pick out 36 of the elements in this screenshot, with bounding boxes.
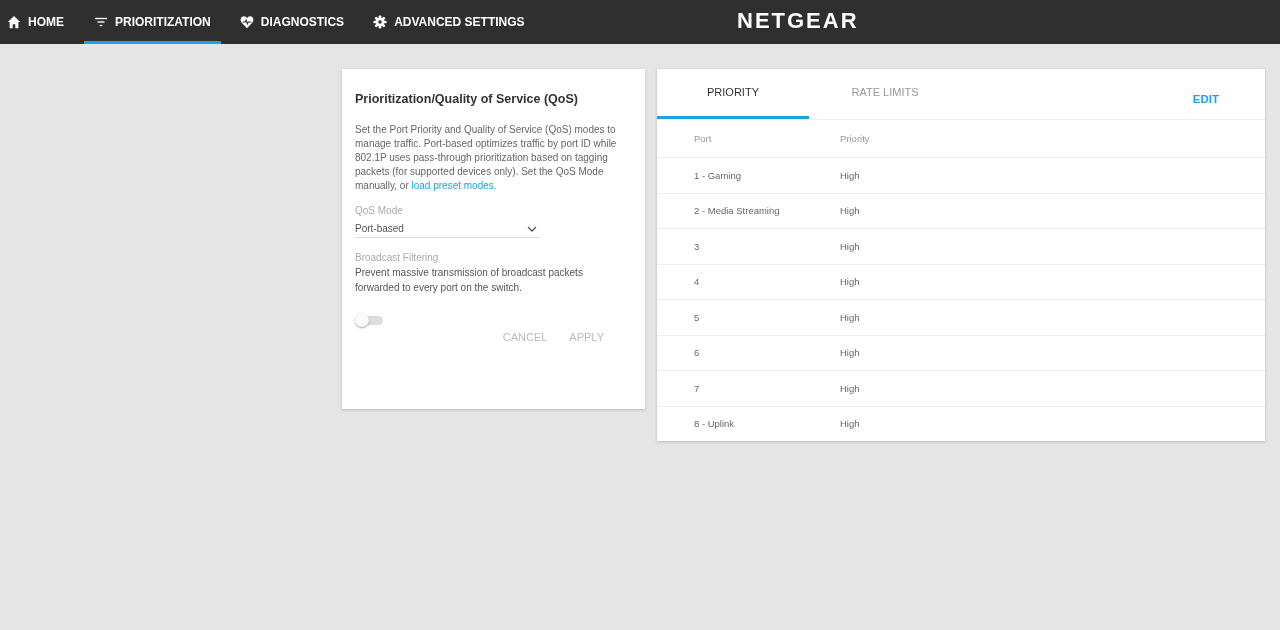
logo: NETGEAR xyxy=(737,8,859,34)
table-cell-text: 6 xyxy=(694,347,701,359)
table-cell: High xyxy=(840,347,860,359)
table-cell-text: 3 xyxy=(694,240,701,252)
table-cell-text: 8 - Uplink xyxy=(694,418,736,430)
table-cell: High xyxy=(840,205,860,217)
toggle-switch[interactable] xyxy=(355,313,383,327)
gear-icon xyxy=(373,15,388,29)
home-icon xyxy=(7,15,21,29)
heart-pulse-icon xyxy=(239,15,254,29)
nav-tab[interactable]: DIAGNOSTICS xyxy=(229,0,355,44)
chevron-down-icon xyxy=(527,225,537,232)
table-cell: High xyxy=(840,240,860,252)
table-cell: High xyxy=(840,169,860,181)
table-cell-text: 1 - Gaming xyxy=(694,169,742,181)
table-cell: High xyxy=(840,382,860,394)
tab[interactable]: PRIORITY xyxy=(657,69,809,119)
table-cell: High xyxy=(840,276,860,288)
field-label: Broadcast Filtering xyxy=(355,252,440,263)
field-label: QoS Mode xyxy=(355,205,404,216)
filter-icon xyxy=(94,15,108,29)
table-cell-text: 5 xyxy=(694,311,701,323)
table-cell-text: 4 xyxy=(694,276,701,288)
table-cell: High xyxy=(840,311,860,323)
table-cell-text: 7 xyxy=(694,382,701,394)
description: Set the Port Priority and Quality of Service (QoS) modes to manage traffic. Port-based optimizes traffic by port ID while 802.1P uses pass-through prioritization based on tagging packets (for supported devices only). Set the QoS Mode manually, or load preset modes. xyxy=(355,123,618,193)
table-cell: High xyxy=(840,418,860,430)
column-header: Port xyxy=(694,133,713,144)
qos-mode-dropdown[interactable]: Port-based xyxy=(355,216,540,238)
card-title: Prioritization/Quality of Service (QoS) xyxy=(355,92,579,106)
column-header: Priority xyxy=(840,133,870,144)
nav-tab[interactable]: ADVANCED SETTINGS xyxy=(363,0,535,44)
description: Prevent massive transmission of broadcast packets forwarded to every port on the switch. xyxy=(355,266,584,295)
nav-tab[interactable]: HOME xyxy=(0,0,74,44)
table-cell-text: 2 - Media Streaming xyxy=(694,205,781,217)
nav-tab[interactable]: PRIORITIZATION xyxy=(84,0,221,44)
